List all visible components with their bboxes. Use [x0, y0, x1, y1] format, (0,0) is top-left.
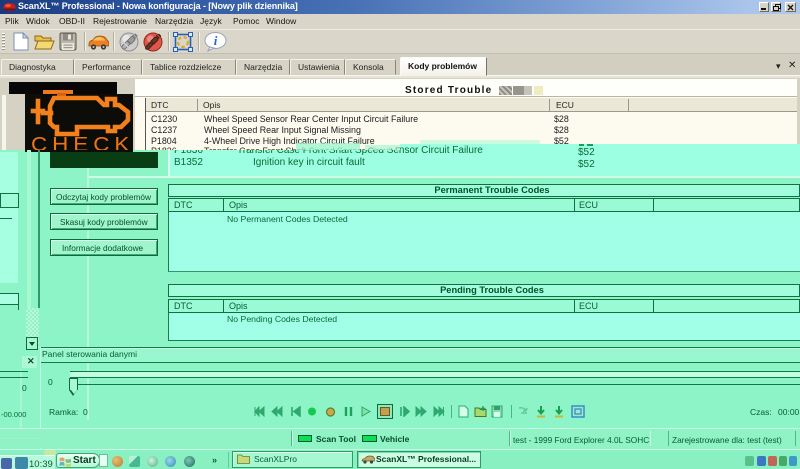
svg-text:i: i — [214, 33, 218, 48]
